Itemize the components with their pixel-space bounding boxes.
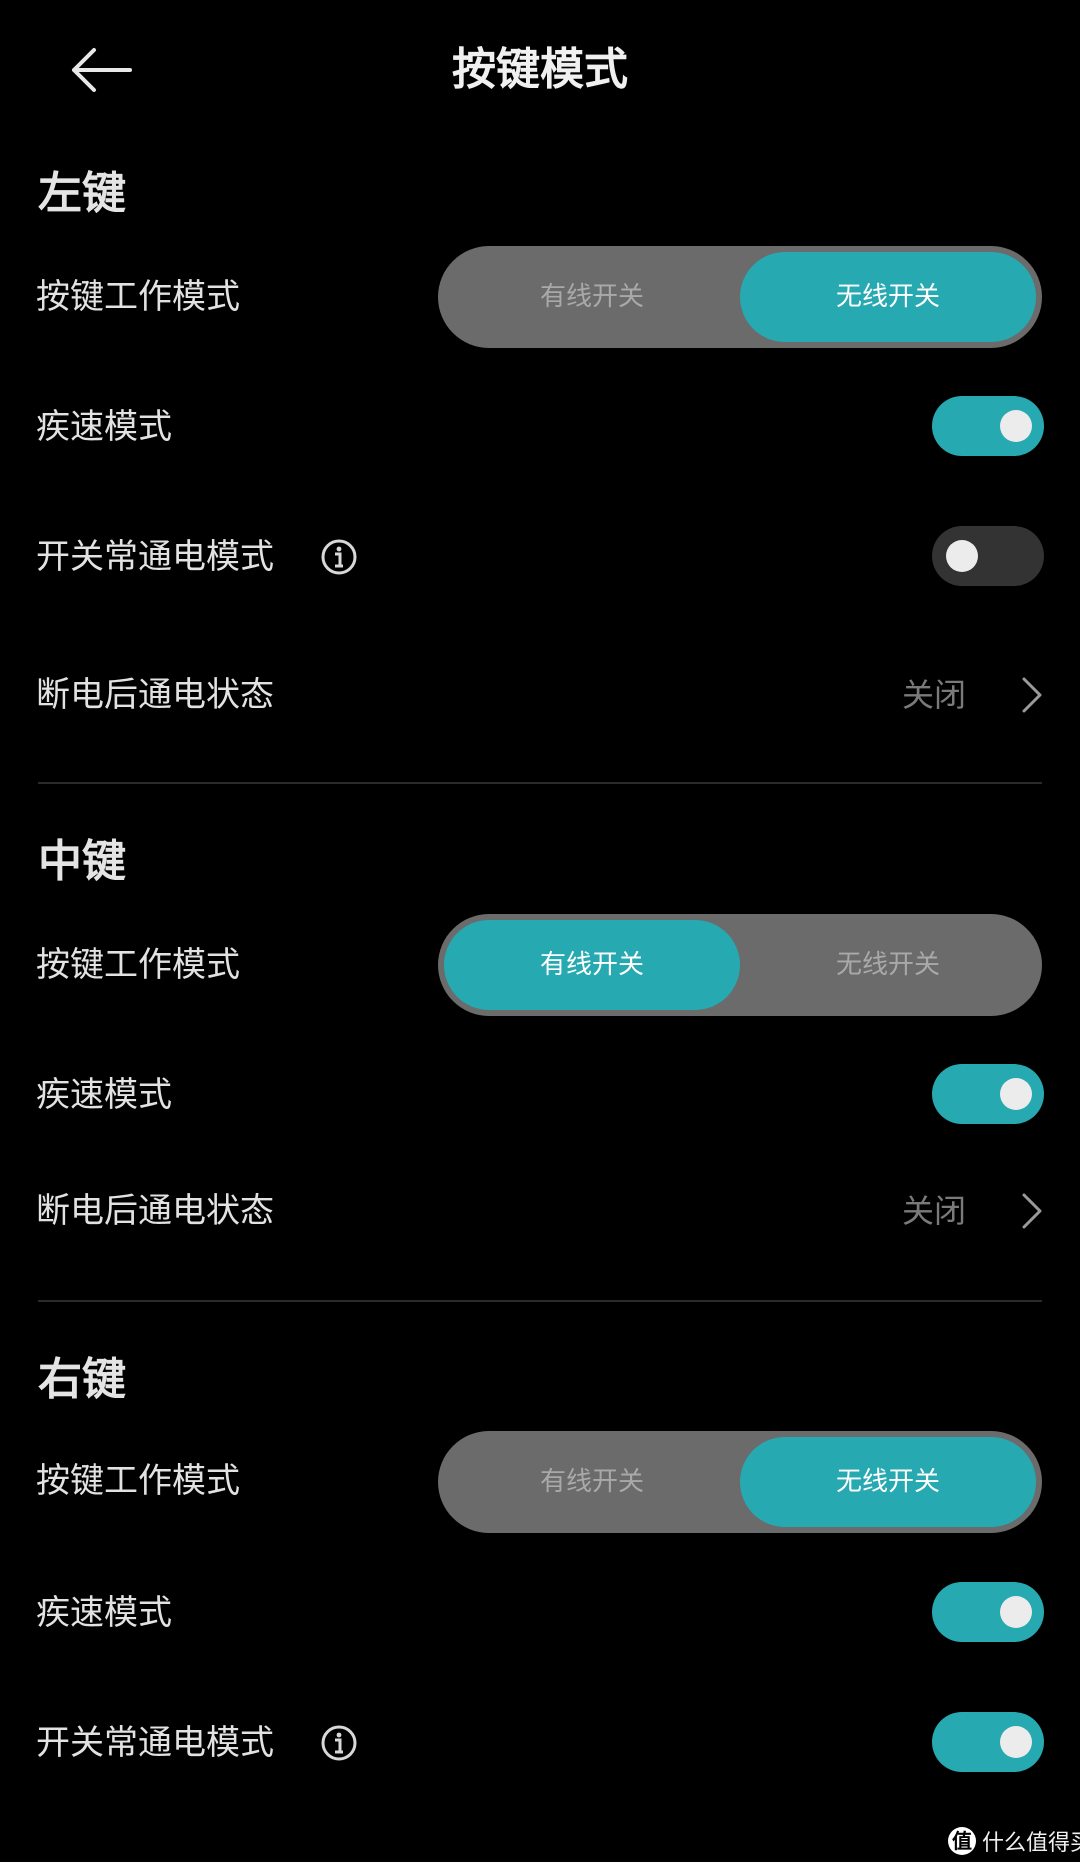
chevron-right-icon	[1018, 673, 1046, 717]
fast-mode-toggle[interactable]	[932, 1582, 1044, 1642]
power-restore-label: 断电后通电状态	[36, 675, 274, 715]
always-on-mode-toggle[interactable]	[932, 1712, 1044, 1772]
fast-mode-label: 疾速模式	[36, 1075, 172, 1115]
power-restore-row[interactable]: 断电后通电状态 关闭	[0, 660, 1080, 730]
toggle-knob	[1000, 1596, 1032, 1628]
segment-wireless-switch[interactable]: 无线开关	[740, 920, 1036, 1010]
toggle-knob	[1000, 1078, 1032, 1110]
work-mode-segmented-control: 有线开关 无线开关	[438, 1431, 1042, 1533]
section-title-left-key: 左键	[38, 168, 126, 219]
section-title-middle-key: 中键	[38, 836, 126, 887]
work-mode-label: 按键工作模式	[36, 945, 240, 985]
toggle-knob	[946, 540, 978, 572]
always-on-mode-label: 开关常通电模式	[36, 537, 274, 577]
segment-wireless-switch[interactable]: 无线开关	[740, 1437, 1036, 1527]
fast-mode-toggle[interactable]	[932, 396, 1044, 456]
page-title: 按键模式	[452, 44, 628, 95]
section-title-right-key: 右键	[38, 1354, 126, 1405]
power-restore-row[interactable]: 断电后通电状态 关闭	[0, 1176, 1080, 1246]
fast-mode-label: 疾速模式	[36, 407, 172, 447]
watermark-text: 什么值得买	[982, 1831, 1080, 1856]
toggle-knob	[1000, 1726, 1032, 1758]
always-on-mode-label: 开关常通电模式	[36, 1723, 274, 1763]
segment-wireless-switch[interactable]: 无线开关	[740, 252, 1036, 342]
watermark: 值 什么值得买	[948, 1826, 1080, 1856]
fast-mode-toggle[interactable]	[932, 1064, 1044, 1124]
segment-wired-switch[interactable]: 有线开关	[444, 1437, 740, 1527]
work-mode-label: 按键工作模式	[36, 1461, 240, 1501]
power-restore-value: 关闭	[902, 676, 967, 714]
work-mode-segmented-control: 有线开关 无线开关	[438, 914, 1042, 1016]
section-divider	[38, 1300, 1042, 1302]
chevron-right-icon	[1018, 1189, 1046, 1233]
toggle-knob	[1000, 410, 1032, 442]
work-mode-label: 按键工作模式	[36, 277, 240, 317]
power-restore-label: 断电后通电状态	[36, 1191, 274, 1231]
section-divider	[38, 782, 1042, 784]
power-restore-value: 关闭	[902, 1192, 967, 1230]
always-on-mode-toggle[interactable]	[932, 526, 1044, 586]
watermark-logo: 值	[948, 1827, 976, 1855]
segment-wired-switch[interactable]: 有线开关	[444, 252, 740, 342]
segment-wired-switch[interactable]: 有线开关	[444, 920, 740, 1010]
info-circle-icon[interactable]	[320, 538, 358, 576]
fast-mode-label: 疾速模式	[36, 1593, 172, 1633]
top-app-bar: 按键模式	[0, 0, 1080, 140]
info-circle-icon[interactable]	[320, 1724, 358, 1762]
work-mode-segmented-control: 有线开关 无线开关	[438, 246, 1042, 348]
